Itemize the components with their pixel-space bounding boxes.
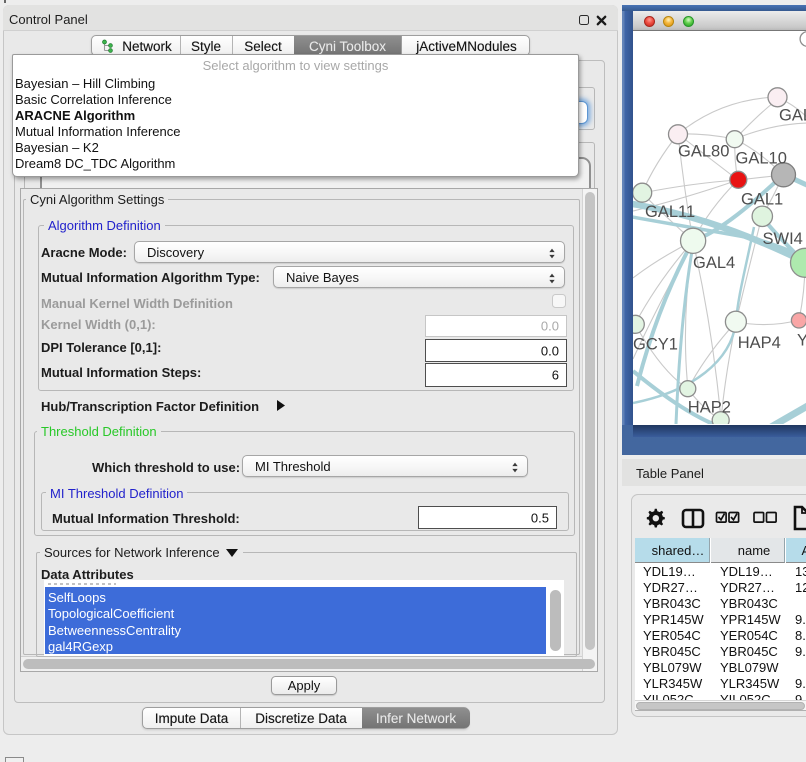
- svg-text:GAL80: GAL80: [678, 143, 729, 161]
- svg-text:Y: Y: [797, 332, 806, 350]
- svg-text:HAP4: HAP4: [738, 334, 781, 352]
- svg-text:GCY1: GCY1: [633, 336, 678, 354]
- svg-text:SWI4: SWI4: [763, 230, 803, 248]
- svg-text:HAP2: HAP2: [688, 399, 731, 417]
- svg-text:GAL1: GAL1: [741, 191, 783, 209]
- svg-text:GAL11: GAL11: [645, 203, 695, 221]
- svg-text:GAL10: GAL10: [736, 150, 787, 168]
- svg-text:GAL7: GAL7: [779, 107, 806, 125]
- svg-text:GAL4: GAL4: [693, 254, 735, 272]
